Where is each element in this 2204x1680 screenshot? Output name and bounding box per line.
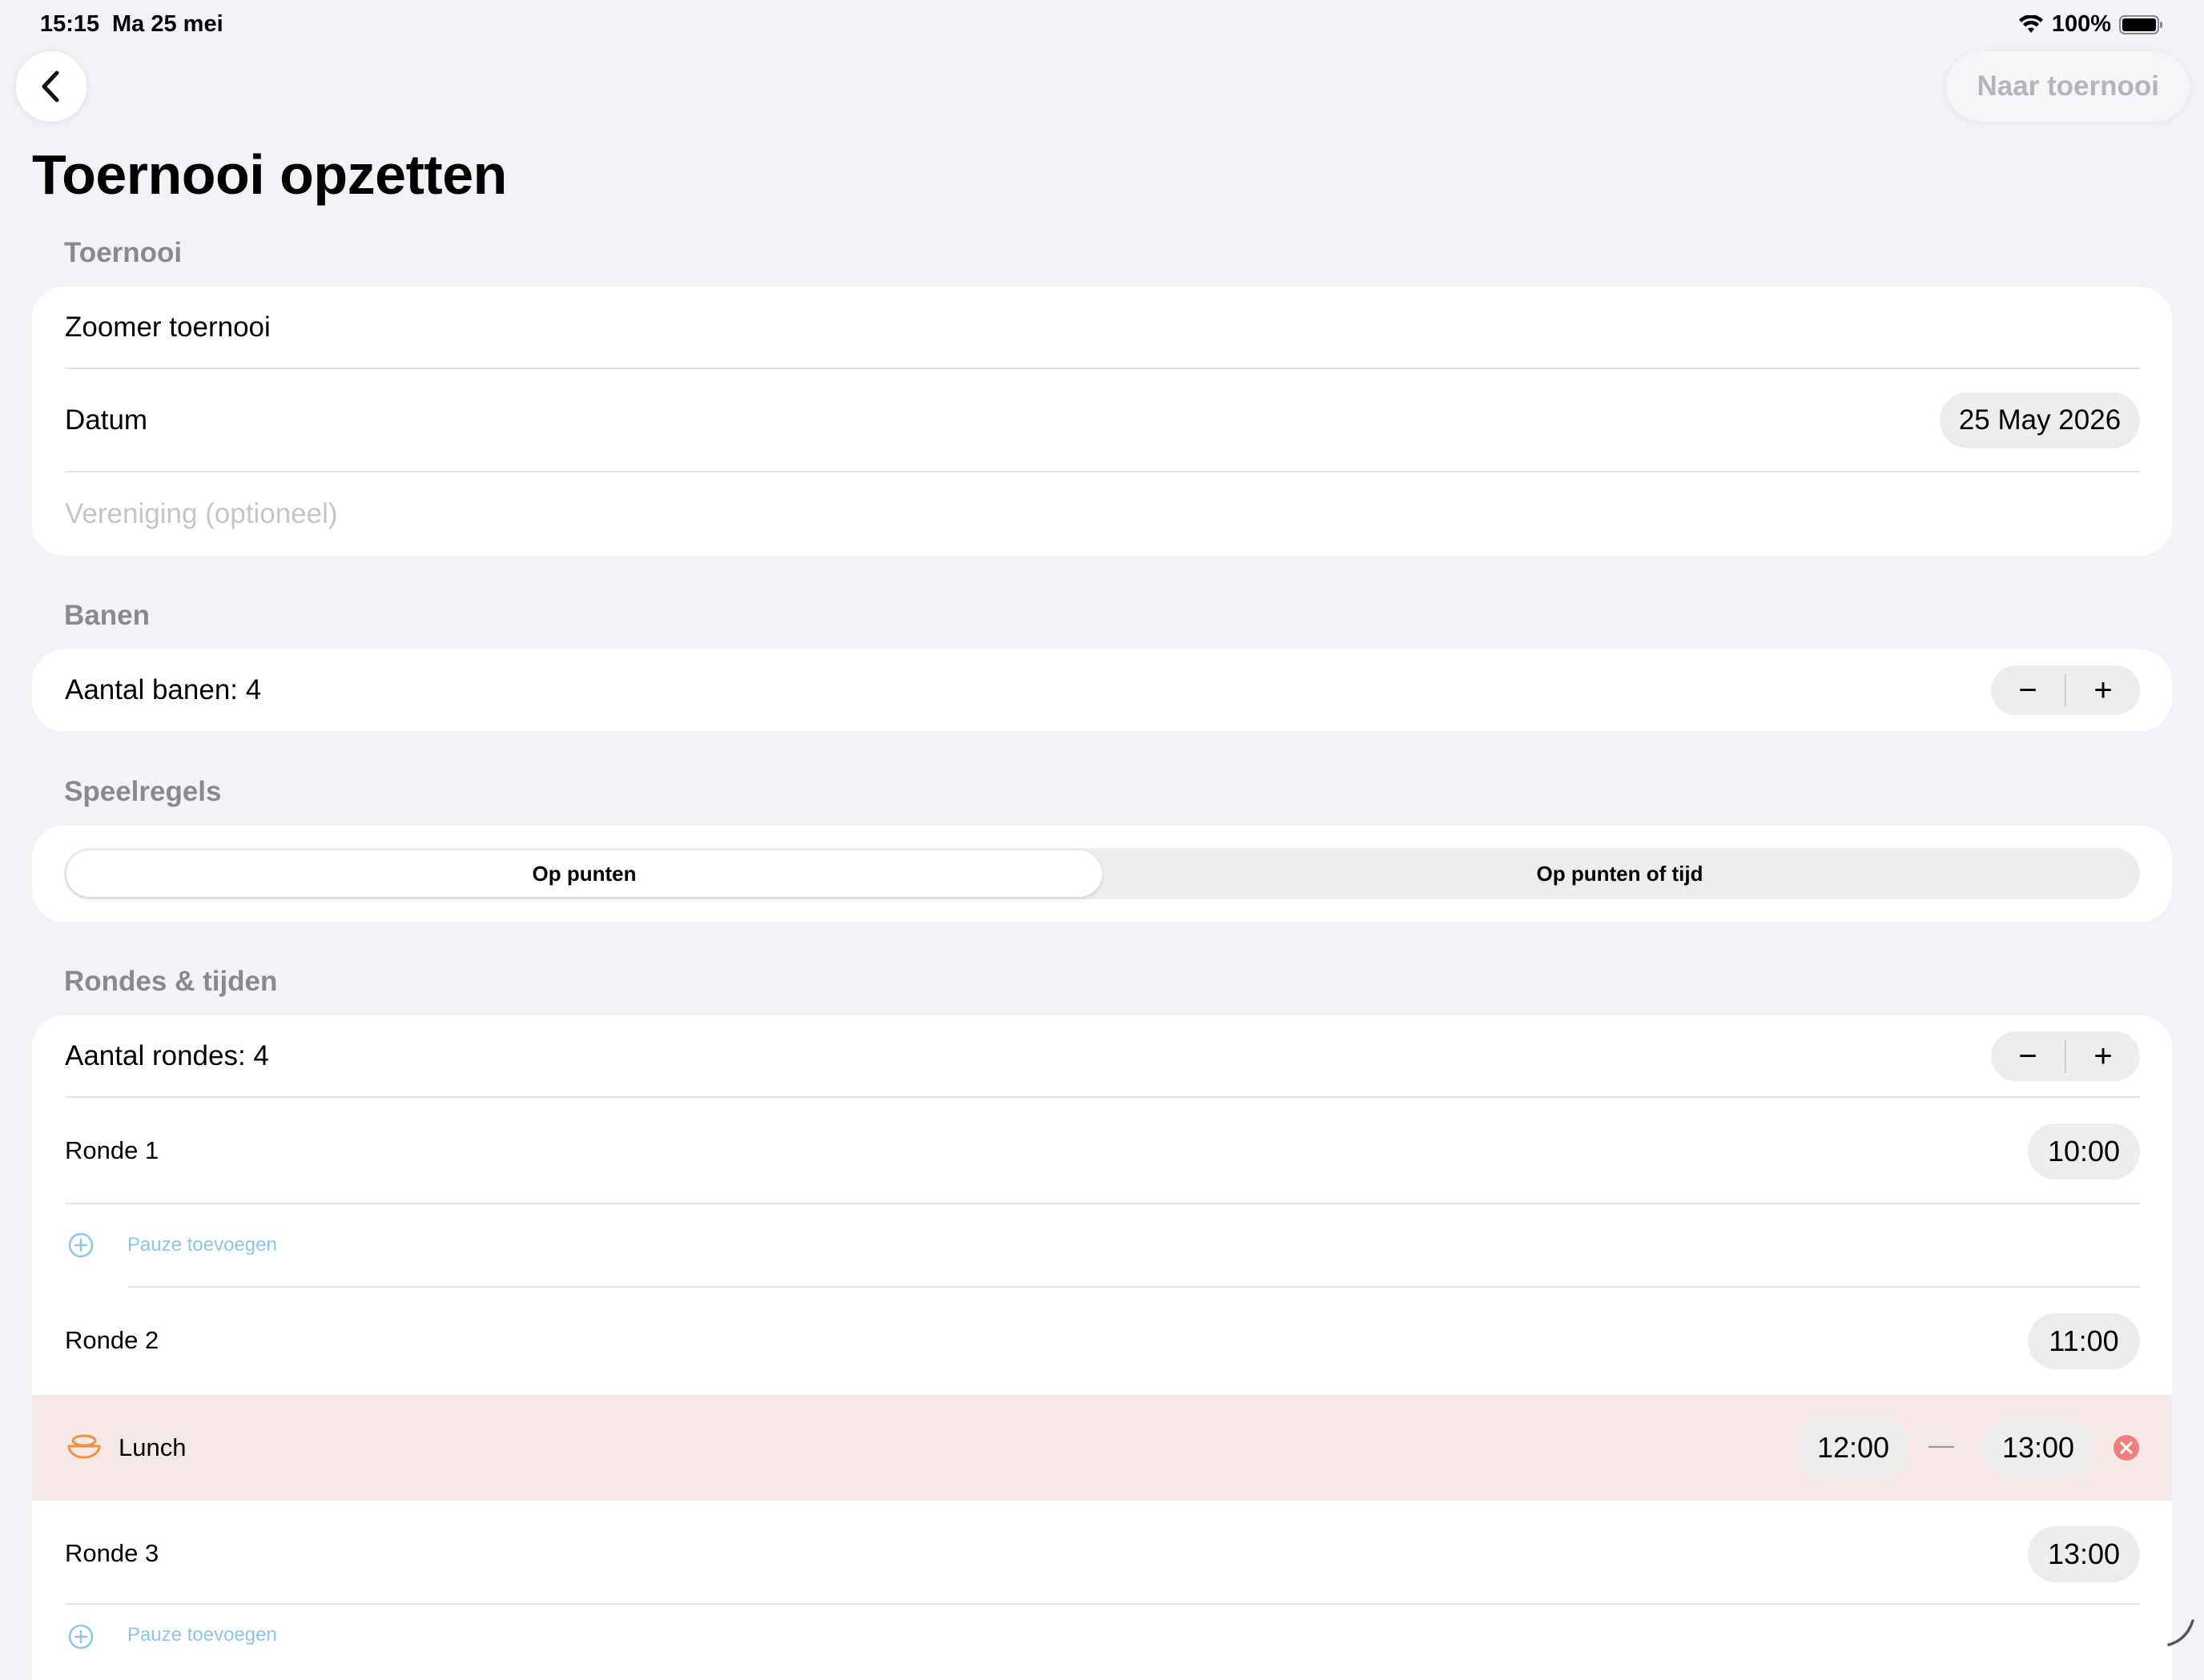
date-label: Datum [65, 404, 147, 436]
speelregels-card: Op punten Op punten of tijd [32, 826, 2172, 922]
rondes-card: Aantal rondes: 4 − + Ronde 1 10:00 Pauze… [32, 1015, 2172, 1680]
date-picker[interactable]: 25 May 2026 [1940, 392, 2140, 448]
scroll-indicator [2164, 1616, 2196, 1648]
banen-decrement-button[interactable]: − [1991, 665, 2065, 715]
round-label: Ronde 2 [65, 1326, 159, 1355]
page-title: Toernooi opzetten [32, 143, 507, 207]
round-label: Ronde 1 [65, 1136, 159, 1165]
section-header-rondes: Rondes & tijden [64, 966, 277, 998]
segment-op-punten-of-tijd[interactable]: Op punten of tijd [1102, 850, 2138, 897]
divider [65, 1603, 2140, 1605]
segment-op-punten[interactable]: Op punten [66, 850, 1102, 897]
round-row: Ronde 2 [32, 1288, 2172, 1393]
add-pause-link[interactable]: Pauze toevoegen [127, 1624, 277, 1646]
date-row: Datum [32, 369, 2172, 472]
vereniging-placeholder: Vereniging (optioneel) [65, 498, 338, 530]
round-row: Ronde 1 [32, 1098, 2172, 1204]
speelregels-segmented-control[interactable]: Op punten Op punten of tijd [64, 848, 2140, 899]
section-header-banen: Banen [64, 600, 150, 632]
status-indicators: 100% [2018, 11, 2164, 38]
toernooi-card: Zoomer toernooi Datum 25 May 2026 Vereni… [32, 287, 2172, 556]
banen-increment-button[interactable]: + [2066, 665, 2140, 715]
add-pause-link[interactable]: Pauze toevoegen [127, 1234, 277, 1256]
vereniging-field[interactable]: Vereniging (optioneel) [32, 472, 2172, 556]
tournament-name-value: Zoomer toernooi [65, 311, 271, 344]
rondes-count-label: Aantal rondes: 4 [65, 1040, 269, 1072]
wifi-icon [2018, 15, 2044, 34]
section-header-toernooi: Toernooi [64, 237, 182, 269]
banen-row: Aantal banen: 4 [32, 649, 2172, 731]
lunch-end-time-picker[interactable]: 13:00 [1982, 1420, 2094, 1476]
round-label: Ronde 3 [65, 1539, 159, 1568]
banen-count-label: Aantal banen: 4 [65, 674, 261, 706]
plus-circle-icon [68, 1624, 94, 1650]
tournament-name-field[interactable]: Zoomer toernooi [32, 287, 2172, 368]
lunch-bowl-icon [66, 1433, 102, 1462]
lunch-row: Lunch 12:00 — 13:00 [32, 1395, 2172, 1501]
battery-icon [2119, 14, 2164, 35]
add-pause-row[interactable]: Pauze toevoegen [32, 1624, 2172, 1680]
rondes-decrement-button[interactable]: − [1991, 1031, 2065, 1081]
remove-circle-icon[interactable] [2113, 1434, 2140, 1461]
lunch-time-separator: — [1928, 1430, 1954, 1460]
back-chevron-icon [39, 69, 63, 104]
status-date: Ma 25 mei [112, 11, 223, 38]
battery-percentage: 100% [2052, 11, 2111, 38]
rondes-increment-button[interactable]: + [2066, 1031, 2140, 1081]
round-time-picker[interactable]: 10:00 [2028, 1123, 2140, 1180]
lunch-start-time-picker[interactable]: 12:00 [1797, 1420, 1909, 1476]
back-button[interactable] [16, 51, 86, 122]
banen-stepper[interactable]: − + [1991, 665, 2140, 715]
add-pause-row[interactable]: Pauze toevoegen [32, 1204, 2172, 1286]
round-time-picker[interactable]: 13:00 [2028, 1526, 2140, 1582]
naar-toernooi-button[interactable]: Naar toernooi [1946, 51, 2190, 122]
lunch-label: Lunch [119, 1433, 186, 1462]
plus-circle-icon [68, 1232, 94, 1258]
rondes-stepper[interactable]: − + [1991, 1031, 2140, 1081]
rondes-count-row: Aantal rondes: 4 [32, 1015, 2172, 1097]
round-row: Ronde 3 [32, 1501, 2172, 1606]
round-time-picker[interactable]: 11:00 [2028, 1313, 2140, 1369]
banen-card: Aantal banen: 4 − + [32, 649, 2172, 731]
section-header-speelregels: Speelregels [64, 776, 222, 808]
status-time: 15:15 [40, 11, 99, 38]
